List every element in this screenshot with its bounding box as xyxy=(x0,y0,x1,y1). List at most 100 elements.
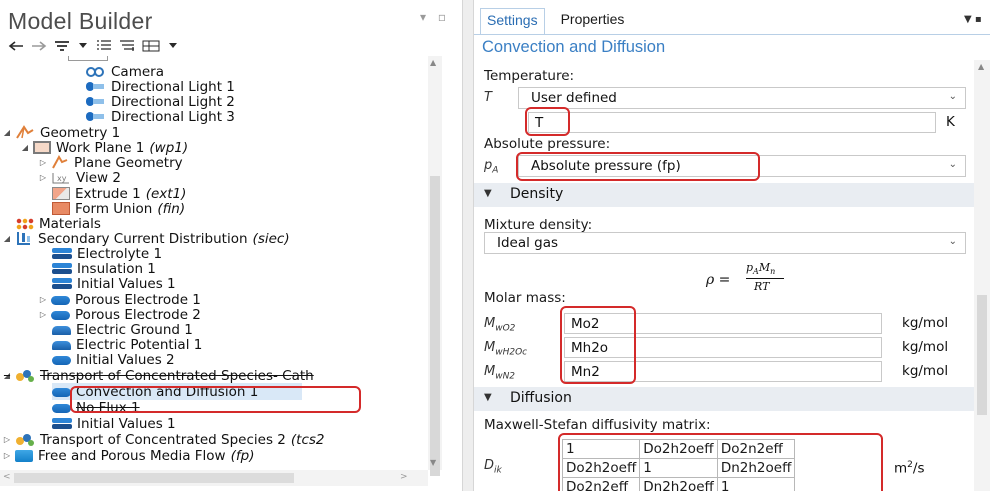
sym-sub: wO2 xyxy=(495,323,516,334)
model-builder-toolbar xyxy=(8,36,179,56)
tree-item-secondary-current-distribution[interactable]: ◢ Secondary Current Distribution (siec) xyxy=(2,230,290,247)
tree-item-directional-light-2[interactable]: Directional Light 2 xyxy=(84,94,235,110)
camera-icon xyxy=(84,66,106,77)
settings-vertical-scrollbar[interactable]: ▲ xyxy=(974,60,990,491)
scrollbar-thumb[interactable] xyxy=(977,295,987,415)
tree-item-label: Materials xyxy=(39,215,101,232)
tree-item-plane-geometry[interactable]: ▷ Plane Geometry xyxy=(38,154,183,171)
collapsed-caret-icon[interactable]: ▷ xyxy=(38,173,48,182)
eq-p: p xyxy=(746,261,754,274)
tree-item-tag: (fin) xyxy=(157,200,186,217)
tree-item-porous-electrode-1[interactable]: ▷ Porous Electrode 1 xyxy=(38,292,201,308)
dropdown-icon[interactable] xyxy=(77,37,89,55)
tree-item-tag: (ext1) xyxy=(145,185,187,202)
light-icon xyxy=(84,82,106,91)
collapsed-caret-icon[interactable]: ▷ xyxy=(38,295,48,304)
collapsed-caret-icon[interactable]: ▷ xyxy=(2,451,12,460)
equation-denominator: RT xyxy=(754,280,770,293)
scroll-right-icon[interactable]: > xyxy=(400,472,408,482)
tree-item-electrolyte-1[interactable]: Electrolyte 1 xyxy=(52,245,163,262)
expanded-caret-icon[interactable]: ◢ xyxy=(2,234,12,243)
dropdown-icon[interactable] xyxy=(167,37,179,55)
tree-item-geometry-1[interactable]: ◢ Geometry 1 xyxy=(2,124,121,141)
scroll-up-icon[interactable]: ▲ xyxy=(430,58,436,67)
temperature-unit: K xyxy=(946,114,955,130)
tree-item-free-porous-flow[interactable]: ▷ Free and Porous Media Flow (fp) xyxy=(2,448,255,464)
tree-item-extrude-1[interactable]: Extrude 1 (ext1) xyxy=(52,185,187,202)
tree-item-materials[interactable]: Materials xyxy=(16,215,101,232)
temperature-label: Temperature: xyxy=(484,68,575,84)
tree-item-label: Initial Values 1 xyxy=(77,415,176,432)
density-section-header[interactable]: ▼ Density xyxy=(474,183,974,207)
scrollbar-thumb[interactable] xyxy=(430,176,440,476)
tree-item-label: Directional Light 3 xyxy=(111,108,235,125)
panel-menu-icon[interactable]: ▼ ▪ xyxy=(964,14,982,25)
tree-item-label: Geometry 1 xyxy=(40,124,121,141)
forward-arrow-icon[interactable] xyxy=(31,37,47,55)
view-icon: xy xyxy=(51,172,71,184)
tree-item-initial-values-1b[interactable]: Initial Values 1 xyxy=(52,415,176,432)
molar-symbol-h2o: MwH2Oc xyxy=(484,340,527,358)
tree-item-work-plane-1[interactable]: ◢ Work Plane 1 (wp1) xyxy=(20,140,188,156)
tree-item-view-2[interactable]: ▷ xy View 2 xyxy=(38,170,121,186)
feature-icon xyxy=(51,296,70,305)
panel-splitter[interactable] xyxy=(462,0,474,491)
expanded-caret-icon[interactable]: ◢ xyxy=(20,143,30,152)
scroll-down-icon[interactable]: ▼ xyxy=(430,458,436,467)
tree-item-transport-cathode[interactable]: ◢ Transport of Concentrated Species- Cat… xyxy=(2,368,314,384)
scroll-left-icon[interactable]: < xyxy=(3,472,11,482)
feature-icon xyxy=(52,417,72,430)
molar-symbol-o2: MwO2 xyxy=(484,316,515,334)
transport-icon xyxy=(15,432,35,446)
tree-item-transport-2[interactable]: ▷ Transport of Concentrated Species 2 (t… xyxy=(2,432,325,448)
tree-item-electric-ground-1[interactable]: Electric Ground 1 xyxy=(52,322,193,338)
feature-icon xyxy=(52,277,72,290)
expanded-caret-icon[interactable]: ◢ xyxy=(2,128,12,137)
collapsed-caret-icon[interactable]: ▷ xyxy=(2,435,12,444)
tree-item-insulation-1[interactable]: Insulation 1 xyxy=(52,261,156,277)
tree-item-directional-light-3[interactable]: Directional Light 3 xyxy=(84,108,235,125)
show-filter-icon[interactable] xyxy=(54,37,70,55)
tree-item-initial-values-2[interactable]: Initial Values 2 xyxy=(52,352,175,368)
settings-panel: Settings Properties ▼ ▪ Convection and D… xyxy=(474,0,990,491)
form-union-icon xyxy=(52,202,70,215)
diffusion-section-header[interactable]: ▼ Diffusion xyxy=(474,387,974,411)
equation-numerator: pAMn xyxy=(746,261,775,276)
molar-mass-h2o-unit: kg/mol xyxy=(902,339,949,355)
tree-item-porous-electrode-2[interactable]: ▷ Porous Electrode 2 xyxy=(38,307,201,323)
temperature-source-select[interactable]: User defined ⌄ xyxy=(518,87,966,109)
expand-sections-icon[interactable] xyxy=(96,37,112,55)
tree-horizontal-scrollbar[interactable]: < > xyxy=(0,470,428,486)
feature-icon xyxy=(52,262,72,275)
pin-icon[interactable]: ▾ ▫ xyxy=(420,10,450,24)
flow-icon xyxy=(15,449,33,462)
tree-item-form-union[interactable]: Form Union (fin) xyxy=(52,200,186,217)
tree-view-icon[interactable] xyxy=(142,37,160,55)
feature-icon xyxy=(52,404,71,413)
tab-settings[interactable]: Settings xyxy=(480,8,545,34)
molar-symbol-n2: MwN2 xyxy=(484,364,515,382)
mixture-density-select[interactable]: Ideal gas ⌄ xyxy=(484,232,966,254)
tree-item-camera[interactable]: Camera xyxy=(84,64,164,80)
tree-item-label: Secondary Current Distribution xyxy=(38,230,248,247)
tree-item-electric-potential-1[interactable]: Electric Potential 1 xyxy=(52,337,202,353)
collapsed-caret-icon[interactable]: ▷ xyxy=(38,310,48,319)
tree-vertical-scrollbar[interactable]: ▲ ▼ xyxy=(428,56,442,476)
temperature-input[interactable]: T xyxy=(528,112,936,133)
tree-item-initial-values-1[interactable]: Initial Values 1 xyxy=(52,275,176,292)
collapse-sections-icon[interactable] xyxy=(119,37,135,55)
collapsed-caret-icon[interactable]: ▷ xyxy=(38,158,48,167)
highlight-temperature xyxy=(525,107,570,136)
tree-item-label: Initial Values 1 xyxy=(77,275,176,292)
back-arrow-icon[interactable] xyxy=(8,37,24,55)
scrollbar-thumb[interactable] xyxy=(14,473,294,483)
pressure-label: Absolute pressure: xyxy=(484,136,611,152)
tree-item-label: Electrolyte 1 xyxy=(77,245,163,262)
feature-icon xyxy=(52,326,71,335)
tab-properties[interactable]: Properties xyxy=(555,8,631,34)
scroll-up-icon[interactable]: ▲ xyxy=(978,62,984,71)
expanded-caret-icon[interactable]: ◢ xyxy=(2,371,12,380)
equation-lhs: ρ = xyxy=(706,272,731,288)
tree-item-directional-light-1[interactable]: Directional Light 1 xyxy=(84,79,235,95)
light-icon xyxy=(84,97,106,106)
